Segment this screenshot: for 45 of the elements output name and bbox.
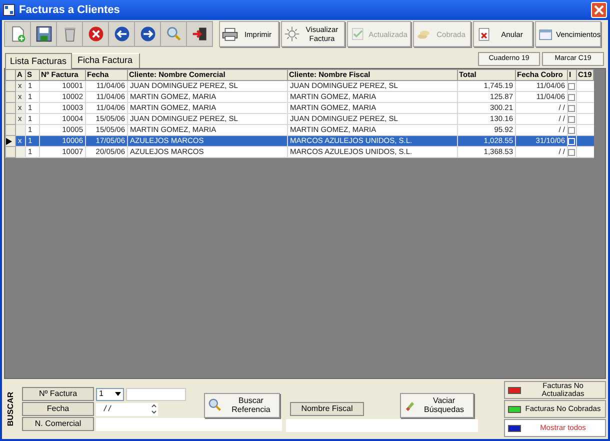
search-icon	[207, 397, 223, 413]
field-label: Fecha	[22, 402, 94, 416]
checkbox[interactable]	[568, 82, 575, 90]
save-icon	[34, 25, 52, 43]
commercial-name-field[interactable]	[96, 418, 282, 430]
dropdown-arrow-icon	[114, 390, 122, 398]
back-arrow-button[interactable]	[109, 22, 134, 46]
spinner-icon	[150, 403, 158, 415]
sun-icon	[284, 26, 300, 42]
cancel-button[interactable]	[83, 22, 108, 46]
tab[interactable]: Lista Facturas	[5, 53, 72, 69]
eraser-icon	[404, 399, 416, 411]
forward-arrow-button[interactable]	[135, 22, 160, 46]
field-label: Nombre Fiscal	[290, 402, 364, 416]
date-field[interactable]: / /	[96, 402, 158, 416]
app-icon	[3, 4, 15, 16]
close-icon	[594, 5, 604, 15]
invoice-series-dropdown[interactable]: 1	[96, 388, 124, 400]
clear-searches-button[interactable]: Vaciar Búsquedas	[400, 392, 474, 418]
exit-door-button[interactable]	[187, 22, 212, 46]
checkbox[interactable]	[568, 126, 575, 134]
checkbox[interactable]	[568, 94, 575, 100]
printer-icon	[222, 26, 238, 42]
new-document-button[interactable]	[5, 22, 30, 46]
checkmark-document-icon	[350, 26, 366, 42]
save-button[interactable]	[31, 22, 56, 46]
dropdown-value: 1	[98, 388, 104, 400]
checkbox[interactable]	[568, 116, 575, 122]
exit-door-icon	[190, 25, 208, 43]
date-value: / /	[104, 403, 111, 415]
checkbox[interactable]	[568, 148, 575, 156]
fiscal-name-field[interactable]	[286, 418, 478, 432]
current-row-icon	[6, 138, 12, 144]
invoice-number-field[interactable]	[126, 388, 186, 400]
window-title: Facturas a Clientes	[19, 2, 120, 18]
crossed-document-icon	[476, 26, 492, 42]
search-icon	[164, 25, 182, 43]
search-section-label: BUSCAR	[5, 392, 16, 426]
search-reference-button[interactable]: Buscar Referencia	[204, 392, 280, 418]
cancel-icon	[86, 25, 104, 43]
checkbox[interactable]	[568, 104, 575, 112]
field-label: Nº Factura	[22, 387, 94, 401]
close-button[interactable]	[591, 2, 607, 18]
field-label: N. Comercial	[22, 417, 94, 431]
tab[interactable]: Ficha Factura	[72, 53, 140, 68]
